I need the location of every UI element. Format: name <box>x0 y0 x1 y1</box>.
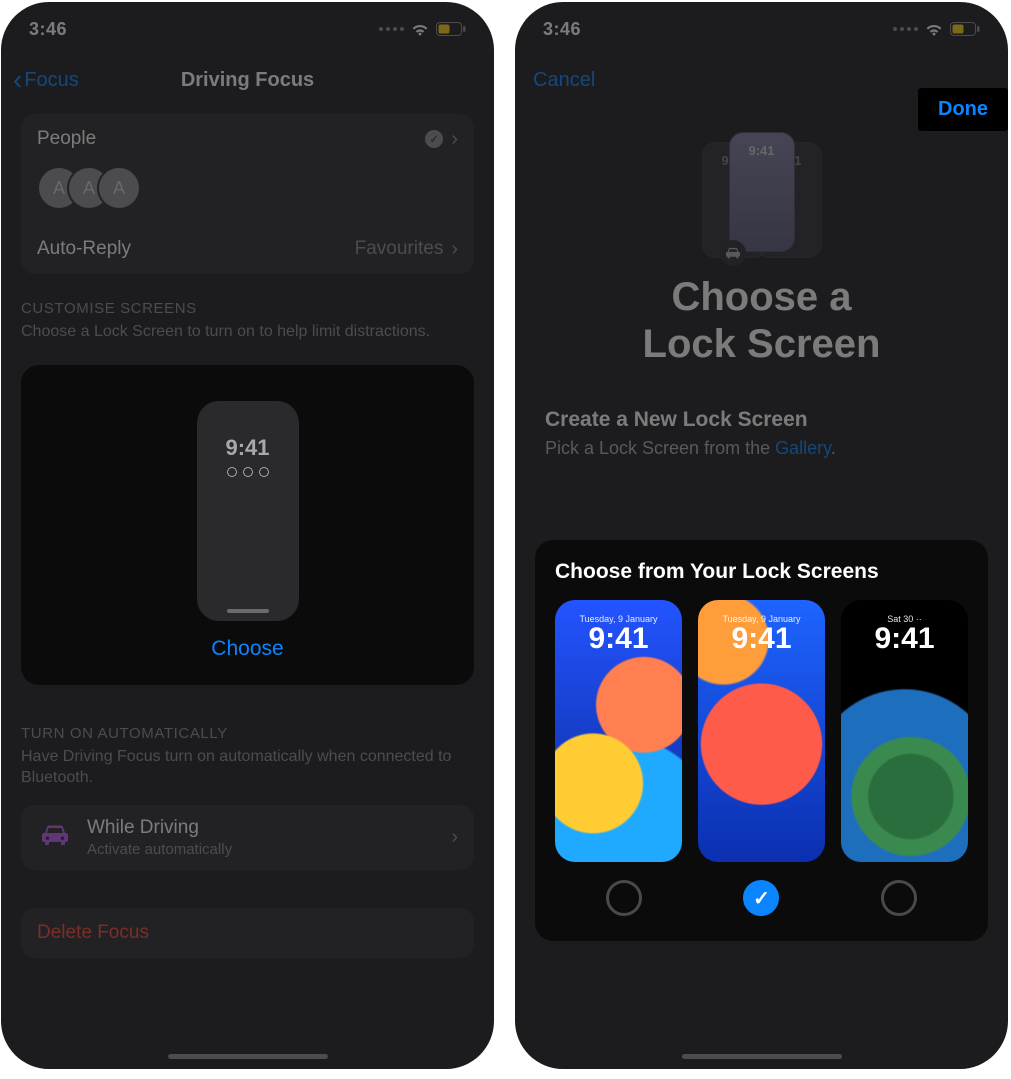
select-radio-1[interactable] <box>606 880 642 916</box>
customise-description: Choose a Lock Screen to turn on to help … <box>21 321 474 343</box>
chevron-right-icon: › <box>451 826 458 849</box>
create-new-section: Create a New Lock Screen Pick a Lock Scr… <box>515 368 1008 459</box>
lockscreen-date: Sat 30 ·· <box>887 614 922 624</box>
back-button[interactable]: ‹ Focus <box>13 56 79 104</box>
status-bar: 3:46 <box>1 2 494 56</box>
home-indicator <box>168 1054 328 1059</box>
widget-dots-icon <box>227 467 269 477</box>
check-circle-icon <box>425 130 443 148</box>
chevron-left-icon: ‹ <box>13 66 22 94</box>
home-indicator <box>682 1054 842 1059</box>
modal-title: Choose a Lock Screen <box>515 274 1008 368</box>
select-radio-2[interactable]: ✓ <box>743 880 779 916</box>
your-lockscreens-heading: Choose from Your Lock Screens <box>555 560 968 584</box>
create-new-heading: Create a New Lock Screen <box>545 408 978 432</box>
lockscreen-time: 9:41 <box>874 622 934 656</box>
wifi-icon <box>410 22 430 36</box>
people-avatars: A A A <box>21 164 474 224</box>
wifi-icon <box>924 22 944 36</box>
delete-focus-label: Delete Focus <box>37 922 149 944</box>
lockscreen-preview-block: 9:41 Choose <box>21 365 474 685</box>
gallery-link[interactable]: Gallery <box>775 438 831 458</box>
lockscreen-stack-preview: 9:41 9:41 9:41 <box>682 128 842 268</box>
while-driving-title: While Driving <box>87 817 437 839</box>
back-label: Focus <box>24 69 78 92</box>
battery-icon <box>950 22 980 36</box>
auto-reply-row[interactable]: Auto-Reply Favourites › <box>21 224 474 274</box>
customise-caption: CUSTOMISE SCREENS <box>21 300 474 317</box>
cellular-dots-icon <box>379 27 404 31</box>
while-driving-subtitle: Activate automatically <box>87 841 437 858</box>
lockscreen-time: 9:41 <box>588 622 648 656</box>
battery-icon <box>436 22 466 36</box>
lockscreen-option-2[interactable]: Tuesday, 9 January 9:41 <box>698 600 825 862</box>
thumbnail-time: 9:41 <box>225 435 269 461</box>
avatar: A <box>97 166 141 210</box>
car-icon <box>37 824 73 851</box>
choose-button[interactable]: Choose <box>211 637 283 661</box>
people-label: People <box>37 128 96 150</box>
car-badge-icon <box>720 240 746 266</box>
screenshot-left: 3:46 ‹ Focus Driving Focus People › A <box>1 2 494 1069</box>
auto-reply-label: Auto-Reply <box>37 238 131 260</box>
create-new-text: Pick a Lock Screen from the Gallery. <box>545 438 978 459</box>
auto-caption: TURN ON AUTOMATICALLY <box>21 725 474 742</box>
people-card: People › A A A Auto-Reply Favourites › <box>21 114 474 274</box>
chevron-right-icon: › <box>451 238 458 261</box>
lockscreen-option-3[interactable]: Sat 30 ·· 9:41 <box>841 600 968 862</box>
modal-title-l2: Lock Screen <box>515 321 1008 368</box>
lockscreen-date: Tuesday, 9 January <box>579 614 657 624</box>
lockscreen-option-1[interactable]: Tuesday, 9 January 9:41 <box>555 600 682 862</box>
lockscreen-thumbnail[interactable]: 9:41 <box>197 401 299 621</box>
status-bar: 3:46 <box>515 2 1008 56</box>
done-button[interactable]: Done <box>918 88 1008 131</box>
auto-header: TURN ON AUTOMATICALLY Have Driving Focus… <box>1 685 494 797</box>
customise-header: CUSTOMISE SCREENS Choose a Lock Screen t… <box>1 274 494 351</box>
select-radio-3[interactable] <box>881 880 917 916</box>
status-time: 3:46 <box>29 19 67 40</box>
chevron-right-icon: › <box>451 128 458 151</box>
page-title: Driving Focus <box>181 69 314 92</box>
modal-title-l1: Choose a <box>515 274 1008 321</box>
people-row[interactable]: People › <box>21 114 474 164</box>
nav-bar: ‹ Focus Driving Focus <box>1 56 494 104</box>
cancel-button[interactable]: Cancel <box>533 69 595 92</box>
auto-description: Have Driving Focus turn on automatically… <box>21 746 474 789</box>
status-time: 3:46 <box>543 19 581 40</box>
screenshot-right: 3:46 Cancel Done 9:41 9:41 9:41 Choose a… <box>515 2 1008 1069</box>
delete-focus-card: Delete Focus <box>21 908 474 958</box>
auto-reply-value: Favourites <box>355 238 444 260</box>
lockscreen-time: 9:41 <box>731 622 791 656</box>
while-driving-card[interactable]: While Driving Activate automatically › <box>21 805 474 870</box>
cellular-dots-icon <box>893 27 918 31</box>
delete-focus-button[interactable]: Delete Focus <box>21 908 474 958</box>
lockscreen-date: Tuesday, 9 January <box>722 614 800 624</box>
your-lockscreens-block: Choose from Your Lock Screens Tuesday, 9… <box>535 540 988 941</box>
